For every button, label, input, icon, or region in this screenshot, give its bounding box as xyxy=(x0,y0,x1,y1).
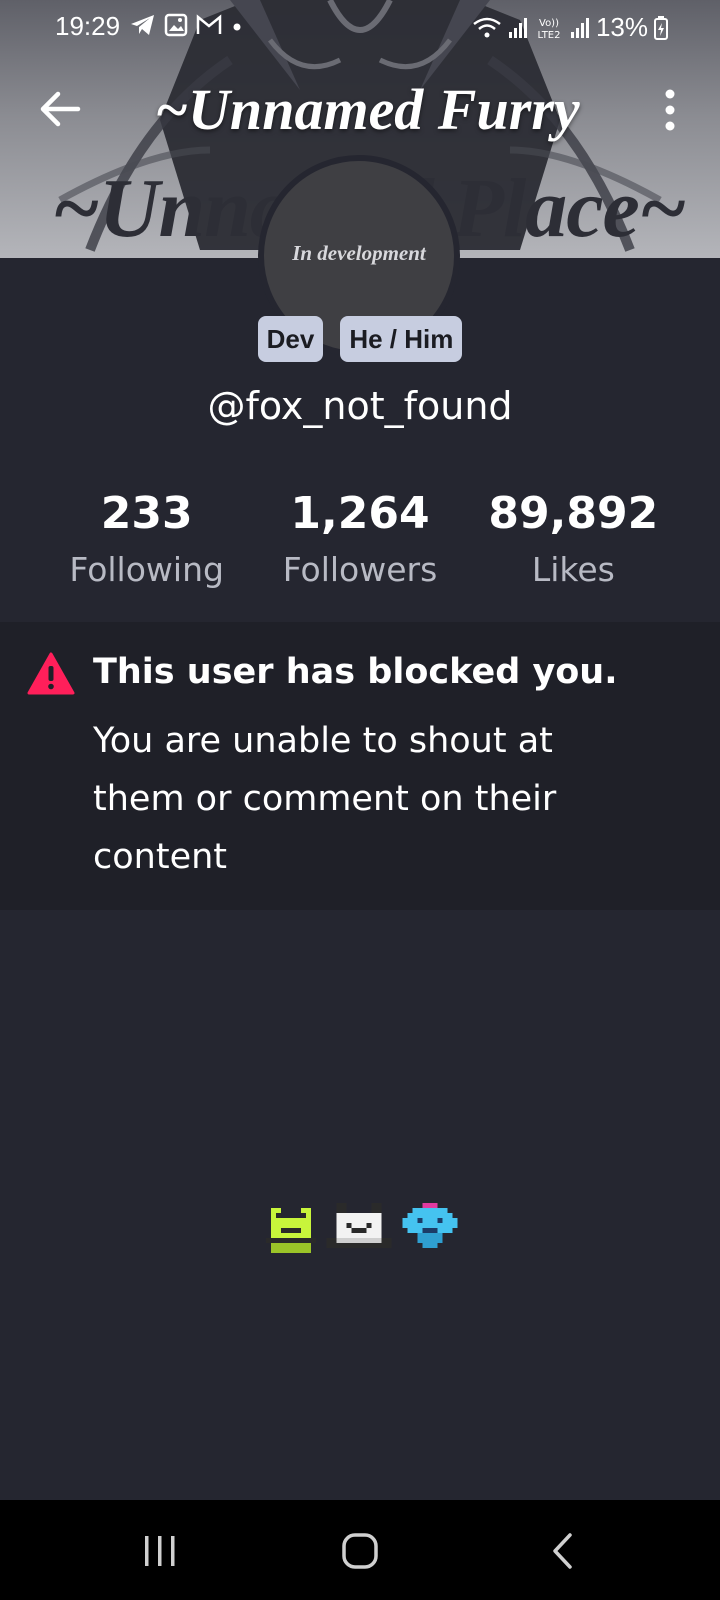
profile-badges: Dev He / Him xyxy=(0,316,720,362)
dot-icon xyxy=(233,23,241,31)
gallery-icon xyxy=(164,13,188,37)
warning-icon xyxy=(27,652,75,695)
battery-icon xyxy=(654,15,668,40)
badge-dev: Dev xyxy=(257,316,324,362)
wifi-icon xyxy=(473,17,501,37)
panda-mascot-icon xyxy=(326,1203,392,1248)
signal-icon-2 xyxy=(570,17,589,38)
badge-pronouns: He / Him xyxy=(340,316,463,362)
system-nav-bar xyxy=(0,1500,720,1600)
status-time: 19:29 xyxy=(55,11,121,41)
gmail-icon xyxy=(196,14,222,34)
volte-icon: Vo))LTE2 xyxy=(537,18,560,40)
page-title: ~Unnamed Furry xyxy=(155,77,580,142)
more-options-icon[interactable] xyxy=(650,88,690,132)
notice-body: You are unable to shout at them or comme… xyxy=(93,721,557,877)
svg-text:Vo)): Vo)) xyxy=(539,18,559,29)
stat-value: 1,264 xyxy=(290,488,430,539)
home-icon[interactable] xyxy=(340,1532,380,1570)
back-arrow-icon[interactable] xyxy=(36,84,86,134)
stat-label: Following xyxy=(69,550,224,589)
battery-level: 13% xyxy=(595,12,648,42)
profile-stats: 233 Following 1,264 Followers 89,892 Lik… xyxy=(40,488,680,589)
recent-apps-icon[interactable] xyxy=(140,1533,180,1569)
notice-title: This user has blocked you. xyxy=(93,652,618,692)
avatar-text: In development xyxy=(292,240,426,265)
signal-icon xyxy=(508,17,527,38)
svg-text:LTE2: LTE2 xyxy=(537,30,560,40)
nav-back-icon[interactable] xyxy=(550,1532,576,1570)
frog-mascot-icon xyxy=(266,1208,316,1253)
stat-likes[interactable]: 89,892 Likes xyxy=(467,488,680,589)
pixel-mascots xyxy=(266,1203,458,1253)
stat-following[interactable]: 233 Following xyxy=(40,488,253,589)
stat-value: 89,892 xyxy=(488,488,659,539)
telegram-icon xyxy=(131,15,154,35)
user-handle: @fox_not_found xyxy=(207,384,513,428)
stat-value: 233 xyxy=(100,488,193,539)
stat-label: Followers xyxy=(282,550,438,589)
ghost-mascot-icon xyxy=(402,1203,458,1248)
stat-label: Likes xyxy=(531,550,615,589)
stat-followers[interactable]: 1,264 Followers xyxy=(253,488,466,589)
status-bar: 19:29 Vo)) LTE2 13% xyxy=(0,0,720,54)
